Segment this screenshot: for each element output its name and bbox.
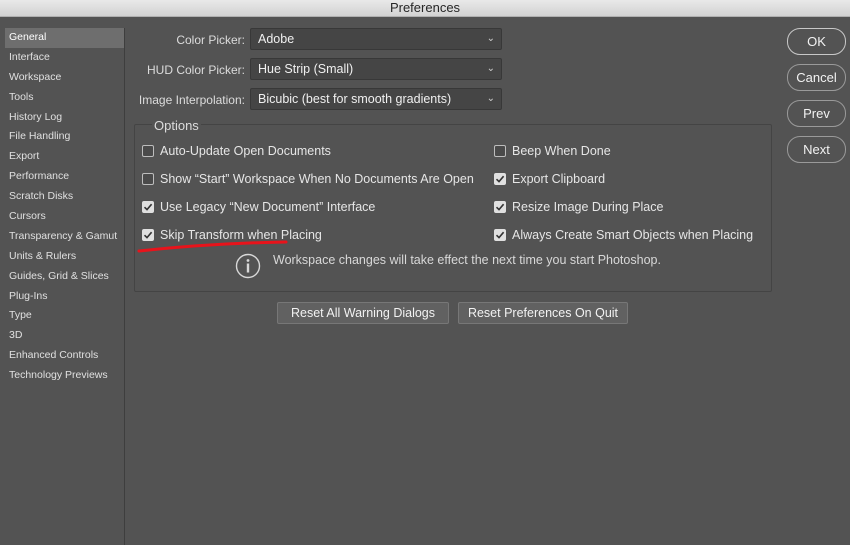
checkbox[interactable] [142, 173, 154, 185]
sidebar-item-plug-ins[interactable]: Plug-Ins [5, 287, 124, 307]
color-picker-select[interactable]: Adobe ⌄ [250, 28, 502, 50]
sidebar-item-3d[interactable]: 3D [5, 326, 124, 346]
checkbox-label: Export Clipboard [512, 172, 606, 186]
sidebar-item-transparency-gamut[interactable]: Transparency & Gamut [5, 227, 124, 247]
checkbox[interactable] [494, 229, 506, 241]
hud-color-picker-select[interactable]: Hue Strip (Small) ⌄ [250, 58, 502, 80]
chevron-down-icon: ⌄ [486, 33, 495, 44]
hud-color-picker-label: HUD Color Picker: [146, 63, 245, 77]
beep-when-done-checkbox[interactable]: Beep When Done [494, 144, 611, 158]
hud-color-picker-value: Hue Strip (Small) [258, 62, 354, 76]
checkbox-label: Auto-Update Open Documents [160, 144, 331, 158]
checkbox[interactable] [494, 173, 506, 185]
export-clipboard-checkbox[interactable]: Export Clipboard [494, 172, 605, 186]
sidebar-item-cursors[interactable]: Cursors [5, 207, 124, 227]
reset-all-warning-dialogs-button[interactable]: Reset All Warning Dialogs [277, 302, 449, 324]
info-circle-icon [235, 253, 261, 279]
options-title: Options [152, 118, 201, 133]
ok-button[interactable]: OK [787, 28, 846, 55]
sidebar-item-enhanced-controls[interactable]: Enhanced Controls [5, 346, 124, 366]
sidebar-item-performance[interactable]: Performance [5, 167, 124, 187]
checkbox-label: Resize Image During Place [512, 200, 664, 214]
next-button[interactable]: Next [787, 136, 846, 163]
sidebar-item-general[interactable]: General [5, 28, 124, 48]
sidebar-item-units-rulers[interactable]: Units & Rulers [5, 247, 124, 267]
image-interpolation-value: Bicubic (best for smooth gradients) [258, 92, 452, 106]
checkbox-label: Use Legacy “New Document” Interface [160, 200, 376, 214]
reset-preferences-on-quit-button[interactable]: Reset Preferences On Quit [458, 302, 628, 324]
checkbox[interactable] [142, 201, 154, 213]
sidebar-item-interface[interactable]: Interface [5, 48, 124, 68]
auto-update-open-documents-checkbox[interactable]: Auto-Update Open Documents [142, 144, 331, 158]
always-create-smart-objects-checkbox[interactable]: Always Create Smart Objects when Placing [494, 228, 753, 242]
image-interpolation-label: Image Interpolation: [138, 93, 245, 107]
sidebar-item-tools[interactable]: Tools [5, 88, 124, 108]
checkbox-label: Beep When Done [512, 144, 611, 158]
sidebar-item-type[interactable]: Type [5, 306, 124, 326]
checkbox-label: Always Create Smart Objects when Placing [512, 228, 754, 242]
chevron-down-icon: ⌄ [486, 93, 495, 104]
workspace-info-text: Workspace changes will take effect the n… [273, 253, 661, 267]
checkbox-label: Show “Start” Workspace When No Documents… [160, 172, 474, 186]
sidebar: General Interface Workspace Tools Histor… [5, 28, 125, 545]
sidebar-item-scratch-disks[interactable]: Scratch Disks [5, 187, 124, 207]
checkbox[interactable] [494, 201, 506, 213]
red-underline-annotation [137, 240, 288, 253]
prev-button[interactable]: Prev [787, 100, 846, 127]
show-start-workspace-checkbox[interactable]: Show “Start” Workspace When No Documents… [142, 172, 474, 186]
sidebar-item-export[interactable]: Export [5, 147, 124, 167]
cancel-button[interactable]: Cancel [787, 64, 846, 91]
checkbox[interactable] [142, 145, 154, 157]
checkbox[interactable] [494, 145, 506, 157]
use-legacy-new-document-checkbox[interactable]: Use Legacy “New Document” Interface [142, 200, 375, 214]
chevron-down-icon: ⌄ [486, 63, 495, 74]
image-interpolation-select[interactable]: Bicubic (best for smooth gradients) ⌄ [250, 88, 502, 110]
sidebar-item-file-handling[interactable]: File Handling [5, 127, 124, 147]
color-picker-value: Adobe [258, 32, 295, 46]
sidebar-item-workspace[interactable]: Workspace [5, 68, 124, 88]
sidebar-item-history-log[interactable]: History Log [5, 108, 124, 128]
resize-image-during-place-checkbox[interactable]: Resize Image During Place [494, 200, 663, 214]
color-picker-label: Color Picker: [176, 33, 245, 47]
window-title: Preferences [0, 0, 850, 17]
sidebar-item-technology-previews[interactable]: Technology Previews [5, 366, 124, 386]
sidebar-item-guides-grid-slices[interactable]: Guides, Grid & Slices [5, 267, 124, 287]
